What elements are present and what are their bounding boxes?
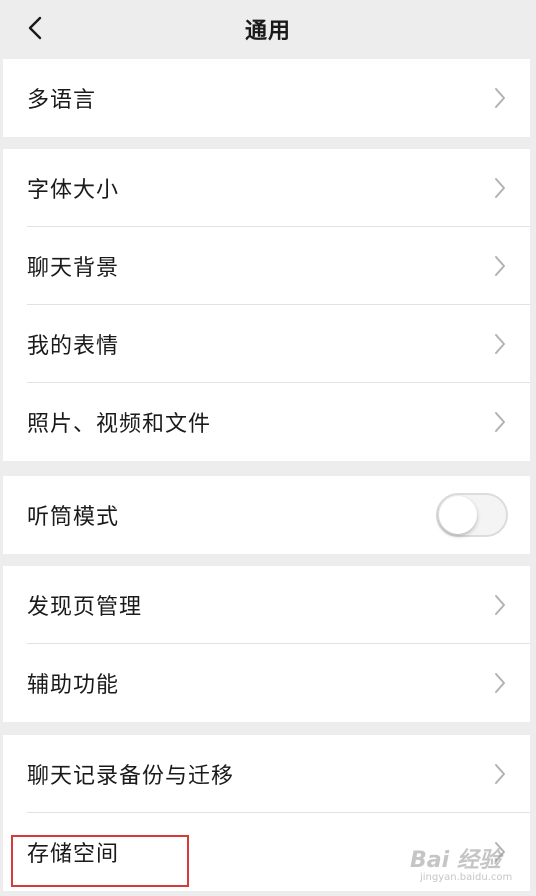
navigation-bar: 通用 [0,0,536,58]
settings-item-font-size[interactable]: 字体大小 [3,149,530,227]
watermark-logo-text: Bai 经验 [410,848,501,873]
settings-item-label: 听筒模式 [27,505,120,530]
settings-item-photos-videos-files[interactable]: 照片、视频和文件 [3,383,530,461]
settings-group-earpiece: 听筒模式 [3,476,530,554]
chevron-right-icon [495,764,505,784]
chevron-right-icon [495,88,505,108]
chevron-right-icon [495,334,505,354]
settings-group-discover: 发现页管理 辅助功能 [3,566,530,722]
watermark: Bai 经验 jingyan.baidu.com [410,842,532,890]
chevron-right-icon [495,178,505,198]
page-title: 通用 [244,19,291,44]
toggle-knob [439,496,477,534]
settings-item-label: 我的表情 [27,334,120,359]
chevron-right-icon [495,595,505,615]
settings-item-label: 照片、视频和文件 [27,412,212,437]
settings-item-earpiece-mode: 听筒模式 [3,476,530,554]
settings-item-chat-background[interactable]: 聊天背景 [3,227,530,305]
settings-item-label: 聊天记录备份与迁移 [27,764,235,789]
chevron-right-icon [495,673,505,693]
settings-item-label: 聊天背景 [27,256,120,281]
watermark-url: jingyan.baidu.com [420,872,513,883]
settings-item-label: 存储空间 [27,842,120,867]
settings-item-label: 字体大小 [27,178,120,203]
settings-item-label: 辅助功能 [27,673,120,698]
settings-item-accessibility[interactable]: 辅助功能 [3,644,530,722]
settings-group-language: 多语言 [3,59,530,137]
earpiece-mode-toggle[interactable] [436,493,508,537]
settings-item-label: 发现页管理 [27,595,143,620]
settings-item-label: 多语言 [27,88,97,113]
settings-item-language[interactable]: 多语言 [3,59,530,137]
chevron-right-icon [495,256,505,276]
settings-item-my-stickers[interactable]: 我的表情 [3,305,530,383]
chevron-right-icon [495,412,505,432]
settings-item-chat-backup-migration[interactable]: 聊天记录备份与迁移 [3,735,530,813]
settings-item-discover-management[interactable]: 发现页管理 [3,566,530,644]
settings-group-display: 字体大小 聊天背景 我的表情 照片、视频和文件 [3,149,530,461]
